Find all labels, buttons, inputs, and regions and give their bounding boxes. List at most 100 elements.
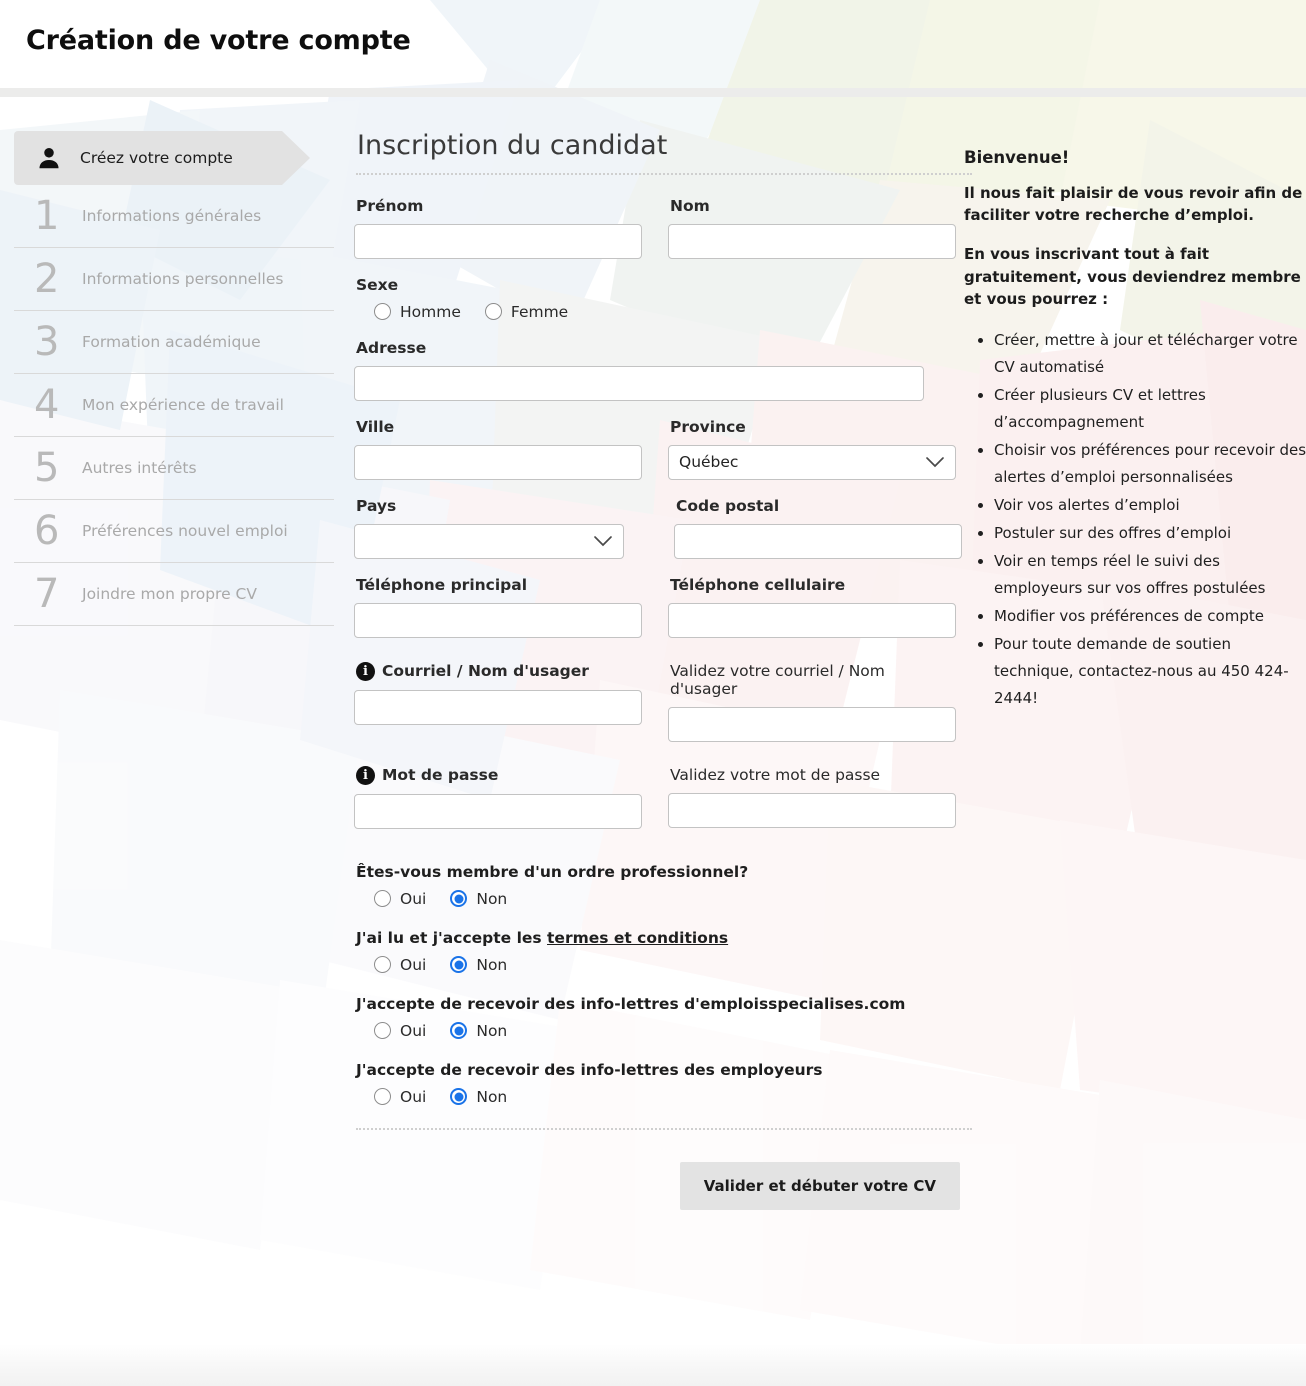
pays-codepostal-row: Pays Code postal [354, 497, 962, 559]
sidebar-item-informations-generales[interactable]: 1 Informations générales [14, 185, 334, 248]
sidebar-item-label: Joindre mon propre CV [82, 585, 257, 603]
radio-non-label: Non [476, 889, 508, 908]
question-text: J'ai lu et j'accepte les termes et condi… [356, 929, 962, 947]
adresse-label: Adresse [356, 338, 427, 357]
sidebar-item-label: Créez votre compte [80, 149, 233, 167]
radio-group: Oui Non [374, 956, 962, 974]
radio-oui[interactable] [374, 1088, 391, 1106]
province-select[interactable]: Québec [668, 444, 956, 480]
info-icon[interactable]: i [356, 765, 375, 785]
code-postal-label: Code postal [676, 496, 780, 515]
radio-group: Oui Non [374, 890, 962, 908]
list-item: Choisir vos préférences pour recevoir de… [994, 437, 1306, 491]
radio-option-non[interactable]: Non [450, 1022, 507, 1040]
radio-oui-label: Oui [400, 889, 427, 908]
nom-input[interactable] [668, 223, 956, 259]
mdp-valide-field-group: Validez votre mot de passe [668, 766, 956, 829]
welcome-heading: Bienvenue! [964, 148, 1070, 167]
adresse-row: Adresse [354, 339, 962, 401]
telephone-row: Téléphone principal Téléphone cellulaire [354, 576, 962, 638]
radio-option-non[interactable]: Non [450, 956, 507, 974]
courriel-valide-input[interactable] [668, 706, 956, 742]
code-postal-input[interactable] [674, 523, 962, 559]
radio-option-homme[interactable]: Homme [374, 303, 461, 321]
form-title: Inscription du candidat [357, 130, 668, 161]
radio-non[interactable] [450, 1088, 468, 1106]
ville-field-group: Ville [354, 418, 642, 480]
sidebar-item-informations-personnelles[interactable]: 2 Informations personnelles [14, 248, 334, 311]
radio-non-label: Non [476, 955, 508, 974]
radio-femme[interactable] [484, 303, 502, 321]
question-text: J'accepte de recevoir des info-lettres d… [356, 1060, 823, 1079]
sidebar-item-autres-interets[interactable]: 5 Autres intérêts [14, 437, 334, 500]
sidebar-item-joindre-mon-propre-cv[interactable]: 7 Joindre mon propre CV [14, 563, 334, 626]
radio-oui[interactable] [374, 1022, 391, 1040]
sidebar-item-creez-votre-compte[interactable]: Créez votre compte [14, 131, 310, 185]
mdp-input[interactable] [354, 793, 642, 829]
ville-input[interactable] [354, 444, 642, 480]
radio-homme[interactable] [374, 303, 391, 321]
mdp-valide-input[interactable] [668, 792, 956, 828]
radio-non[interactable] [450, 956, 468, 974]
page-header: Création de votre compte [0, 0, 1306, 88]
prenom-field-group: Prénom [354, 197, 642, 259]
title-divider [356, 172, 972, 175]
sidebar-item-mon-experience-de-travail[interactable]: 4 Mon expérience de travail [14, 374, 334, 437]
radio-oui[interactable] [374, 956, 391, 974]
termes-et-conditions-link[interactable]: termes et conditions [547, 929, 728, 947]
radio-option-oui[interactable]: Oui [374, 890, 426, 908]
submit-button[interactable]: Valider et débuter votre CV [679, 1161, 960, 1210]
question-infolettres-employeurs: J'accepte de recevoir des info-lettres d… [354, 1061, 962, 1106]
question-termes-conditions: J'ai lu et j'accepte les termes et condi… [354, 929, 962, 974]
list-item: Voir en temps réel le suivi des employeu… [994, 548, 1306, 602]
radio-option-oui[interactable]: Oui [374, 1022, 426, 1040]
pays-select-wrap [354, 523, 624, 559]
sidebar-item-label: Informations personnelles [82, 270, 284, 288]
radio-oui[interactable] [374, 890, 391, 908]
tel-cellulaire-input[interactable] [668, 602, 956, 638]
step-number: 7 [34, 571, 60, 617]
pays-select[interactable] [354, 523, 624, 559]
page-title: Création de votre compte [26, 25, 411, 56]
motdepasse-row: i Mot de passe Validez votre mot de pass… [354, 765, 962, 829]
welcome-paragraph-1: Il nous fait plaisir de vous revoir afin… [964, 184, 1303, 225]
radio-oui-label: Oui [400, 1087, 427, 1106]
step-number: 5 [34, 445, 60, 491]
sidebar-item-preferences-nouvel-emploi[interactable]: 6 Préférences nouvel emploi [14, 500, 334, 563]
sidebar-item-formation-academique[interactable]: 3 Formation académique [14, 311, 334, 374]
adresse-input[interactable] [354, 365, 924, 401]
courriel-row: i Courriel / Nom d'usager Validez votre … [354, 661, 962, 742]
page-layout: Créez votre compte 1 Informations généra… [0, 97, 1306, 1210]
radio-option-femme[interactable]: Femme [484, 303, 568, 321]
tel-principal-input[interactable] [354, 602, 642, 638]
list-item: Postuler sur des offres d’emploi [994, 520, 1306, 547]
courriel-input[interactable] [354, 689, 642, 725]
list-item: Modifier vos préférences de compte [994, 603, 1306, 630]
ville-province-row: Ville Province Québec [354, 418, 962, 480]
prenom-label: Prénom [356, 196, 424, 215]
info-icon[interactable]: i [356, 661, 375, 681]
tel-cellulaire-label: Téléphone cellulaire [670, 575, 846, 594]
mdp-label-wrap: i Mot de passe [356, 765, 642, 785]
radio-non[interactable] [450, 1022, 468, 1040]
benefits-list: Créer, mettre à jour et télécharger votr… [964, 327, 1306, 712]
question-infolettres-site: J'accepte de recevoir des info-lettres d… [354, 995, 962, 1040]
sexe-field-group: Sexe Homme Femme [354, 276, 962, 321]
list-item: Créer plusieurs CV et lettres d’accompag… [994, 382, 1306, 436]
radio-non[interactable] [450, 890, 468, 908]
submit-row: Valider et débuter votre CV [354, 1161, 962, 1210]
code-postal-field-group: Code postal [674, 497, 962, 559]
radio-option-oui[interactable]: Oui [374, 956, 426, 974]
registration-form: Inscription du candidat Prénom Nom Sexe … [334, 130, 972, 1210]
adresse-field-group: Adresse [354, 339, 924, 401]
prenom-input[interactable] [354, 223, 642, 259]
radio-option-oui[interactable]: Oui [374, 1088, 426, 1106]
question-text-lead: J'ai lu et j'accepte les [356, 928, 548, 947]
tel-principal-label: Téléphone principal [356, 575, 528, 594]
consent-questions: Êtes-vous membre d'un ordre professionne… [354, 863, 962, 1106]
radio-option-non[interactable]: Non [450, 1088, 507, 1106]
radio-option-non[interactable]: Non [450, 890, 507, 908]
pays-label: Pays [356, 496, 397, 515]
nom-field-group: Nom [668, 197, 956, 259]
steps-sidebar: Créez votre compte 1 Informations généra… [0, 131, 334, 1210]
